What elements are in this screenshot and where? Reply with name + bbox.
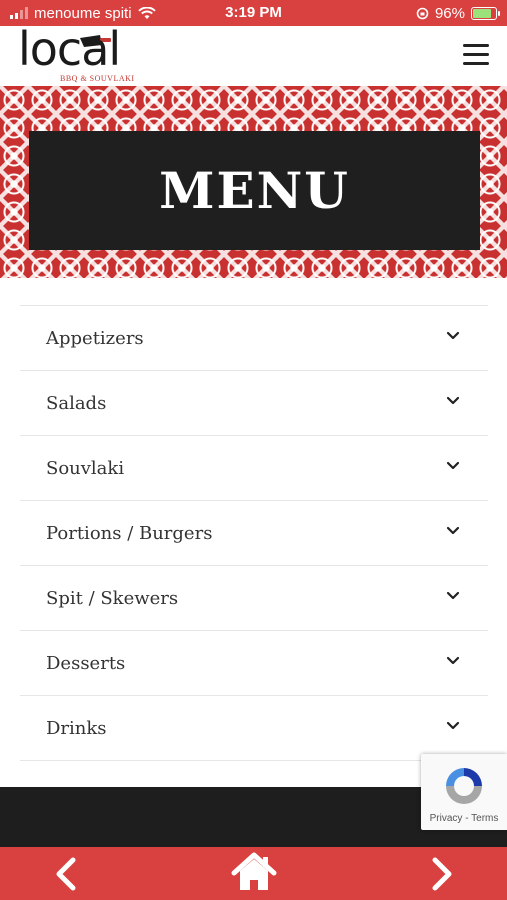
chevron-down-icon [446, 461, 460, 470]
hamburger-menu-button[interactable] [463, 44, 489, 66]
status-right: 96% [416, 0, 500, 26]
hamburger-line [463, 53, 489, 56]
page-title: MENU [159, 161, 350, 220]
menu-category-label: Drinks [46, 717, 107, 739]
chevron-right-icon [432, 857, 452, 891]
menu-category-item[interactable]: Desserts [20, 631, 488, 696]
chevron-down-icon [446, 656, 460, 665]
chevron-down-icon [446, 591, 460, 600]
menu-category-item[interactable]: Appetizers [20, 306, 488, 371]
chevron-down-icon [446, 331, 460, 340]
hero-banner: MENU [0, 86, 507, 278]
forward-button[interactable] [412, 847, 472, 900]
site-header: local BBQ & SOUVLAKI [0, 22, 507, 86]
rotation-lock-icon [416, 7, 429, 19]
menu-category-item[interactable]: Portions / Burgers [20, 501, 488, 566]
menu-category-label: Appetizers [46, 327, 144, 349]
hamburger-line [463, 62, 489, 65]
menu-category-item[interactable]: Souvlaki [20, 436, 488, 501]
logo-subtitle: BBQ & SOUVLAKI [60, 74, 135, 83]
battery-percent: 96% [434, 4, 465, 22]
home-icon [231, 852, 277, 890]
menu-category-item[interactable]: Drinks [20, 696, 488, 761]
chevron-down-icon [446, 721, 460, 730]
battery-fill [473, 8, 492, 18]
hero-title-box: MENU [29, 131, 480, 250]
chevron-down-icon [446, 396, 460, 405]
recaptcha-icon [446, 768, 482, 804]
menu-category-label: Souvlaki [46, 457, 125, 479]
chevron-left-icon [56, 857, 76, 891]
menu-category-label: Salads [46, 392, 107, 414]
menu-category-list: Appetizers Salads Souvlaki Portions / Burge… [20, 305, 488, 761]
hamburger-icon [463, 44, 489, 47]
home-button[interactable] [224, 847, 284, 900]
recaptcha-privacy-terms[interactable]: Privacy - Terms [421, 813, 507, 824]
menu-category-item[interactable]: Salads [20, 371, 488, 436]
menu-category-label: Desserts [46, 652, 126, 674]
menu-category-item[interactable]: Spit / Skewers [20, 566, 488, 631]
site-logo[interactable]: local BBQ & SOUVLAKI [18, 22, 138, 84]
menu-category-label: Portions / Burgers [46, 522, 213, 544]
logo-wordmark: local [18, 22, 121, 76]
battery-icon [471, 6, 500, 20]
recaptcha-badge[interactable]: Privacy - Terms [421, 754, 507, 830]
bottom-nav-bar [0, 847, 507, 900]
back-button[interactable] [36, 847, 96, 900]
chevron-down-icon [446, 526, 460, 535]
menu-category-label: Spit / Skewers [46, 587, 179, 609]
